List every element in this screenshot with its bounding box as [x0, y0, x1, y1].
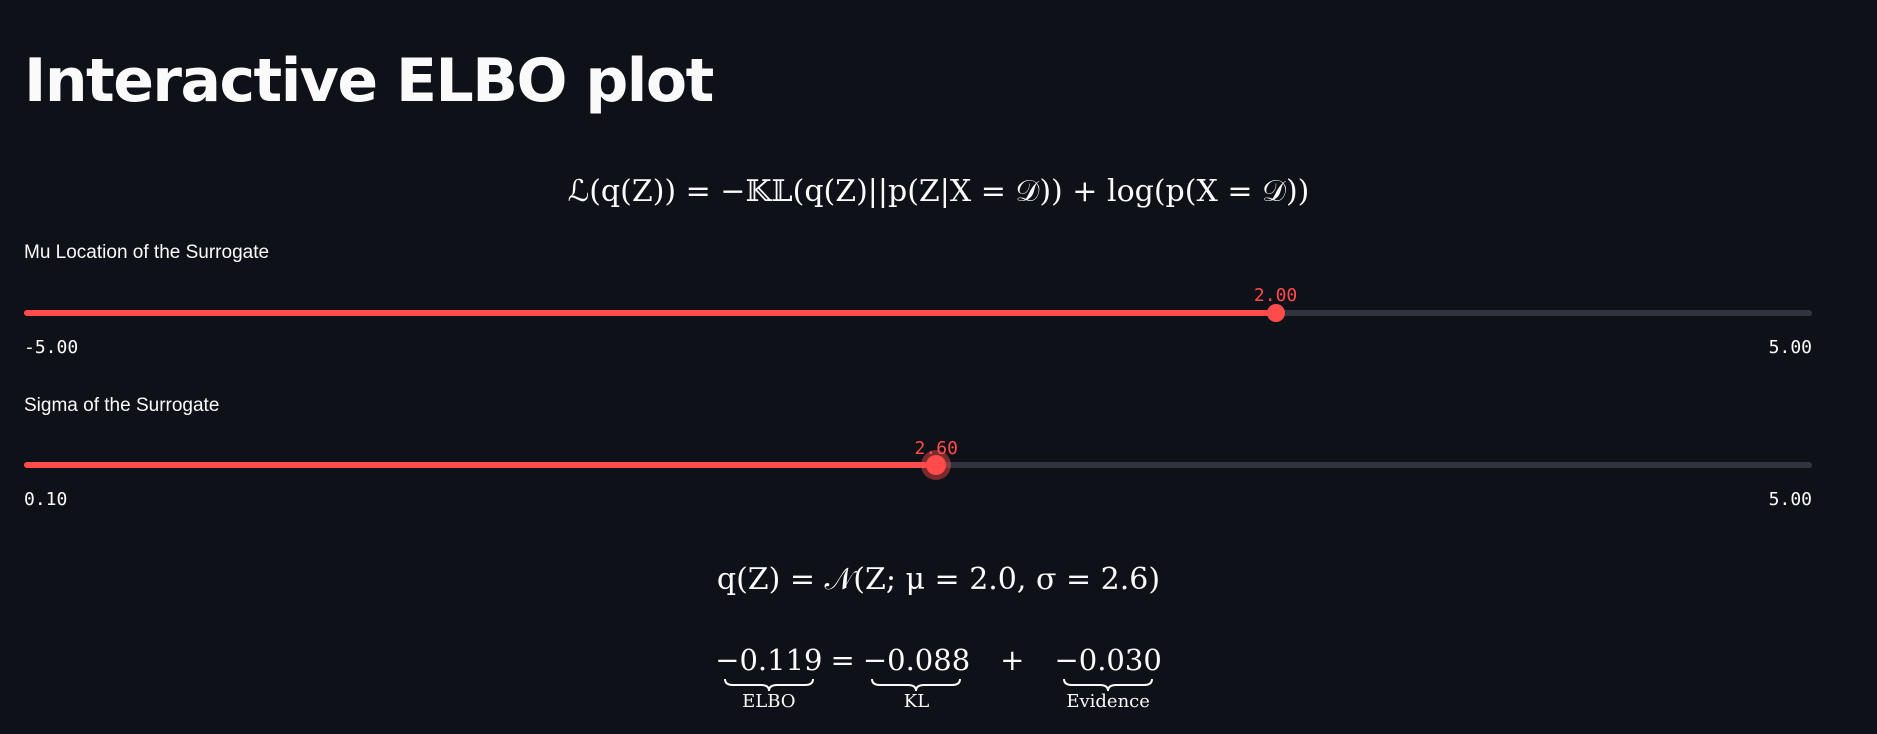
- elbo-label: ELBO: [742, 691, 796, 712]
- evidence-term: −0.030 Evidence: [1054, 642, 1161, 712]
- equals-sign: =: [830, 643, 855, 677]
- mu-slider-thumb[interactable]: 2.00: [1254, 285, 1297, 322]
- page-title: Interactive ELBO plot: [24, 46, 714, 116]
- sigma-slider-value: 2.60: [914, 438, 958, 459]
- mu-slider-fill: [24, 310, 1276, 316]
- mu-slider-value: 2.00: [1253, 285, 1298, 306]
- surrogate-formula: q(Z) = 𝒩(Z; μ = 2.0, σ = 2.6): [0, 558, 1877, 602]
- surrogate-formula-suffix: ): [1148, 562, 1161, 597]
- elbo-definition-formula: ℒ(q(Z)) = −𝕂𝕃(q(Z)||p(Z|X = 𝒟)) + log(p(…: [567, 174, 1310, 209]
- surrogate-formula-prefix: q(Z) = 𝒩(Z; μ =: [716, 562, 970, 597]
- underbrace-icon: [871, 678, 962, 692]
- kl-value: −0.088: [862, 643, 971, 677]
- kl-term: −0.088 KL: [863, 642, 970, 712]
- sigma-slider-thumb[interactable]: 2.60: [915, 438, 958, 475]
- kl-label: KL: [903, 691, 930, 712]
- sigma-slider[interactable]: 2.60: [24, 438, 1812, 475]
- mu-slider-min-label: -5.00: [24, 337, 79, 358]
- evidence-label: Evidence: [1066, 691, 1150, 712]
- mu-slider-label: Mu Location of the Surrogate: [24, 242, 270, 263]
- elbo-term: −0.119 ELBO: [715, 642, 822, 712]
- sigma-slider-fill: [24, 462, 937, 468]
- underbrace-icon: [723, 678, 814, 692]
- mu-slider[interactable]: 2.00: [24, 285, 1812, 322]
- elbo-decomposition: −0.119 ELBO = −0.088 KL + −0.030 Evidenc…: [0, 642, 1877, 712]
- surrogate-mu-value: 2.0: [969, 562, 1017, 597]
- sigma-slider-label: Sigma of the Surrogate: [24, 395, 220, 416]
- evidence-value: −0.030: [1054, 643, 1162, 677]
- surrogate-formula-sep: , σ =: [1016, 562, 1101, 597]
- sigma-slider-max-label: 5.00: [1768, 489, 1812, 510]
- mu-slider-max-label: 5.00: [1768, 337, 1812, 358]
- elbo-value: −0.119: [715, 643, 823, 677]
- sigma-slider-min-label: 0.10: [24, 489, 68, 510]
- surrogate-sigma-value: 2.6: [1100, 562, 1149, 597]
- underbrace-icon: [1063, 678, 1154, 692]
- plus-sign: +: [1000, 643, 1025, 677]
